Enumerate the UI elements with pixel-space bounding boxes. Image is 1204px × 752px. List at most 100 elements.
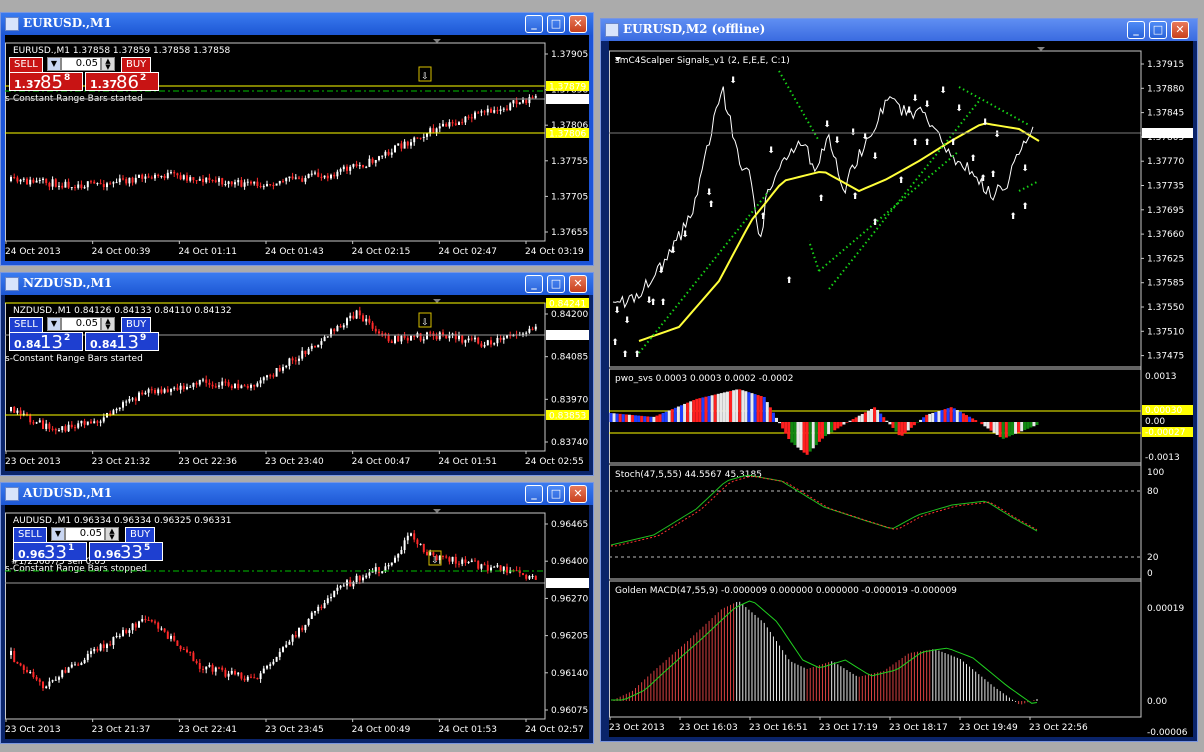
candle-body xyxy=(90,181,92,183)
candle-body xyxy=(80,184,83,188)
candle-body xyxy=(320,341,323,345)
minimize-button[interactable]: _ xyxy=(525,485,543,503)
audusd-chart-area[interactable]: AUDUSD.,M1 0.96334 0.96334 0.96325 0.963… xyxy=(5,505,589,739)
eurusd-chart-area[interactable]: EURUSD.,M1 1.37858 1.37859 1.37858 1.378… xyxy=(5,35,589,261)
candle-body xyxy=(83,659,86,664)
candle-body xyxy=(394,335,396,343)
ask-price-box[interactable]: 0.84 13 9 xyxy=(85,332,159,353)
time-tick-label: 24 Oct 00:47 xyxy=(352,457,411,467)
ask-price-box[interactable]: 0.96 33 5 xyxy=(89,542,163,563)
candle-body xyxy=(29,179,32,185)
buy-button[interactable]: BUY xyxy=(121,57,152,73)
candle-body xyxy=(381,155,384,157)
time-tick-label: 23 Oct 23:40 xyxy=(265,457,324,467)
lot-dropdown-icon[interactable]: ▼ xyxy=(47,317,61,331)
candle-body xyxy=(122,178,124,180)
close-button[interactable]: ✕ xyxy=(569,275,587,293)
lot-size-input[interactable]: 0.05 xyxy=(61,57,101,71)
lot-spinner-icon[interactable]: ▲ ▼ xyxy=(101,57,115,71)
eurusd-m1-window[interactable]: EURUSD.,M1 _ □ ✕ EURUSD.,M1 1.37858 1.37… xyxy=(0,12,594,266)
price-tick-label: 1.37695 xyxy=(1147,206,1184,216)
bid-price-box[interactable]: 0.96 33 1 xyxy=(13,542,87,563)
candle-body xyxy=(506,566,508,573)
bid-price-box[interactable]: 1.37 85 8 xyxy=(9,72,83,93)
candle-body xyxy=(304,350,307,354)
maximize-button[interactable]: □ xyxy=(547,275,565,293)
candle-body xyxy=(237,383,240,389)
price-tick-label: 1.37915 xyxy=(1147,60,1184,70)
candle-body xyxy=(493,566,496,568)
candle-body xyxy=(74,187,76,189)
eurusd-m2-offline-window[interactable]: EURUSD,M2 (offline) _ □ ✕ ⬇ ⬇ ⬇ ⬇ ⬇ ⬇ ⬇ ⬇ ⬇ ⬇ ⬇ ⬇ ⬇ ⬇… xyxy=(600,18,1198,742)
lot-spinner-icon[interactable]: ▲ ▼ xyxy=(105,527,119,541)
bid-price-box[interactable]: 0.84 13 2 xyxy=(9,332,83,353)
ask-price-box[interactable]: 1.37 86 2 xyxy=(85,72,159,93)
candle-body xyxy=(298,177,300,179)
close-button[interactable]: ✕ xyxy=(1171,21,1189,39)
buy-button[interactable]: BUY xyxy=(121,317,152,333)
candle-body xyxy=(522,99,524,103)
candle-body xyxy=(275,656,278,662)
close-button[interactable]: ✕ xyxy=(569,485,587,503)
offline-chart-area[interactable]: ⬇ ⬇ ⬇ ⬇ ⬇ ⬇ ⬇ ⬇ ⬇ ⬇ ⬇ ⬇ ⬇ ⬇ ⬇ ⬇ ⬇ ⬇ ⬇ ⬇ ⬇ ⬇ ⬆ ⬆ ⬆ ⬆ ⬆ ⬆ ⬆ ⬆ ⬆ ⬆ ⬆ ⬆ ⬆ ⬆ ⬆ ⬆ ⬆ ⬆… xyxy=(609,41,1193,737)
candle-body xyxy=(93,181,96,184)
time-tick-label: 23 Oct 22:36 xyxy=(178,457,237,467)
candle-body xyxy=(474,560,476,562)
buy-signal-arrow-icon: ⬆ xyxy=(923,138,931,148)
sell-button[interactable]: SELL xyxy=(9,317,43,333)
candle-body xyxy=(422,543,425,552)
candle-body xyxy=(163,389,166,393)
stoch-axis-label: 100 xyxy=(1147,468,1164,478)
candle-body xyxy=(173,387,176,389)
pwo-axis-label: -0.0013 xyxy=(1145,453,1180,463)
lot-size-input[interactable]: 0.05 xyxy=(65,527,105,541)
nzdusd-chart-area[interactable]: NZDUSD.,M1 0.84126 0.84133 0.84110 0.841… xyxy=(5,295,589,471)
candle-body xyxy=(390,152,393,155)
sell-button[interactable]: SELL xyxy=(13,527,47,543)
candle-body xyxy=(163,628,166,632)
candle-body xyxy=(26,669,28,673)
candle-body xyxy=(170,635,172,639)
candle-body xyxy=(499,109,502,111)
minimize-button[interactable]: _ xyxy=(525,275,543,293)
lot-spinner-icon[interactable]: ▲ ▼ xyxy=(101,317,115,331)
candle-body xyxy=(90,421,92,424)
nzdusd-m1-window[interactable]: NZDUSD.,M1 _ □ ✕ NZDUSD.,M1 0.84126 0.84… xyxy=(0,272,594,476)
candle-body xyxy=(333,590,336,597)
candle-body xyxy=(525,99,528,104)
chart-info-line: AUDUSD.,M1 0.96334 0.96334 0.96325 0.963… xyxy=(13,516,231,526)
audusd-m1-titlebar[interactable]: AUDUSD.,M1 _ □ ✕ xyxy=(1,483,593,505)
candle-body xyxy=(269,664,272,666)
maximize-button[interactable]: □ xyxy=(547,15,565,33)
candle-body xyxy=(355,310,358,319)
maximize-button[interactable]: □ xyxy=(1149,21,1167,39)
eurusd-m1-titlebar[interactable]: EURUSD.,M1 _ □ ✕ xyxy=(1,13,593,35)
candle-body xyxy=(352,164,355,167)
candle-body xyxy=(51,680,54,682)
minimize-button[interactable]: _ xyxy=(525,15,543,33)
candle-body xyxy=(211,665,214,672)
close-button[interactable]: ✕ xyxy=(569,15,587,33)
candle-body xyxy=(464,116,467,123)
bid-price-fraction: 1 xyxy=(68,543,75,553)
candle-body xyxy=(102,644,105,648)
buy-button[interactable]: BUY xyxy=(125,527,156,543)
sell-signal-arrow-icon: ⬇ xyxy=(705,188,713,198)
candle-body xyxy=(266,375,268,378)
maximize-button[interactable]: □ xyxy=(547,485,565,503)
bid-price-fraction: 2 xyxy=(64,333,71,343)
stoch-axis-label: 80 xyxy=(1147,487,1159,497)
lot-size-input[interactable]: 0.05 xyxy=(61,317,101,331)
nzdusd-m1-titlebar[interactable]: NZDUSD.,M1 _ □ ✕ xyxy=(1,273,593,295)
minimize-button[interactable]: _ xyxy=(1127,21,1145,39)
candle-body xyxy=(67,424,70,432)
candle-body xyxy=(128,177,131,184)
candle-body xyxy=(237,672,240,675)
eurusd-m2-titlebar[interactable]: EURUSD,M2 (offline) _ □ ✕ xyxy=(601,19,1197,41)
lot-dropdown-icon[interactable]: ▼ xyxy=(47,57,61,71)
lot-dropdown-icon[interactable]: ▼ xyxy=(51,527,65,541)
candle-body xyxy=(131,398,134,400)
candle-body xyxy=(326,175,329,179)
audusd-m1-window[interactable]: AUDUSD.,M1 _ □ ✕ AUDUSD.,M1 0.96334 0.96… xyxy=(0,482,594,744)
sell-button[interactable]: SELL xyxy=(9,57,43,73)
